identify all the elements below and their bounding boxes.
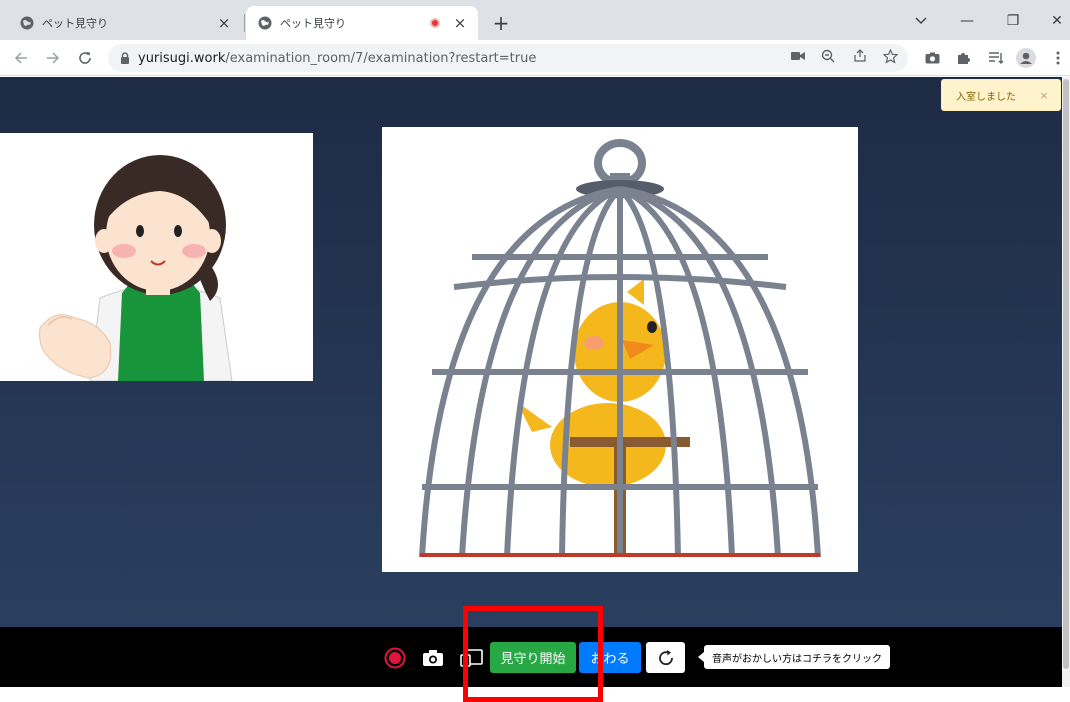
url-path: /examination_room/7/examination?restart=… (225, 50, 537, 66)
end-call-button[interactable]: おわる (579, 642, 641, 673)
reload-audio-button[interactable] (646, 642, 685, 673)
lock-icon (120, 52, 130, 64)
tab-strip: ペット見守り × ペット見守り × + — ❐ ✕ (0, 0, 1070, 40)
page-bottom-strip (0, 687, 1070, 702)
bird-cage-illustration (382, 127, 858, 572)
extensions-puzzle-icon[interactable] (954, 48, 974, 68)
tab-separator (244, 14, 245, 32)
camera-icon (423, 650, 443, 666)
record-button[interactable] (384, 647, 406, 669)
reading-list-icon[interactable] (986, 48, 1006, 68)
tab-search-button[interactable] (898, 8, 944, 34)
profile-avatar-icon[interactable] (1016, 48, 1036, 68)
start-monitoring-button[interactable]: 見守り開始 (490, 642, 576, 673)
staff-woman-illustration (0, 133, 313, 381)
tab-pet-watch-2[interactable]: ペット見守り × (246, 6, 478, 40)
screen-share-icon (460, 649, 483, 667)
browser-toolbar: yurisugi.work/examination_room/7/examina… (0, 40, 1070, 76)
back-button[interactable] (8, 45, 34, 71)
arrow-left-icon (14, 52, 27, 64)
local-video (0, 133, 313, 381)
record-icon (384, 647, 406, 669)
screen-share-button[interactable] (459, 647, 485, 669)
call-control-bar: 見守り開始 おわる 音声がおかしい方はコチラをクリック (0, 627, 1062, 687)
window-close-button[interactable]: ✕ (1034, 8, 1070, 34)
toast-message: 入室しました (956, 91, 1016, 103)
zoom-icon[interactable] (818, 46, 838, 66)
globe-icon (258, 16, 272, 30)
tab-close-button[interactable]: × (214, 13, 234, 33)
page-scrollbar[interactable] (1062, 77, 1070, 687)
snapshot-button[interactable] (421, 647, 445, 669)
tab-title: ペット見守り (42, 17, 108, 30)
tab-pet-watch-1[interactable]: ペット見守り × (8, 6, 242, 40)
toast-close-button[interactable]: × (1034, 89, 1054, 102)
tab-close-button[interactable]: × (450, 13, 470, 33)
camera-in-use-icon[interactable] (788, 46, 808, 66)
entered-room-toast: 入室しました × (941, 79, 1061, 111)
remote-video (382, 127, 858, 572)
recording-indicator-icon (430, 18, 440, 28)
new-tab-button[interactable]: + (488, 11, 514, 35)
screenshot-icon[interactable] (922, 48, 942, 68)
bookmark-star-icon[interactable] (880, 46, 900, 66)
refresh-icon (658, 649, 673, 665)
audio-help-tooltip: 音声がおかしい方はコチラをクリック (698, 645, 890, 669)
tab-title: ペット見守り (280, 17, 346, 30)
kebab-menu-icon[interactable] (1048, 48, 1068, 68)
url-text: yurisugi.work/examination_room/7/examina… (138, 51, 536, 66)
minimize-button[interactable]: — (944, 8, 990, 34)
restore-button[interactable]: ❐ (990, 8, 1036, 34)
url-host: yurisugi.work (138, 50, 226, 66)
reload-icon (79, 52, 91, 64)
scrollbar-thumb[interactable] (1063, 79, 1069, 669)
globe-icon (20, 16, 34, 30)
share-icon[interactable] (850, 46, 870, 66)
examination-room-page: 入室しました × (0, 77, 1062, 627)
arrow-right-icon (47, 52, 60, 64)
forward-button[interactable] (40, 45, 66, 71)
chevron-down-icon (915, 17, 927, 24)
reload-page-button[interactable] (72, 45, 98, 71)
